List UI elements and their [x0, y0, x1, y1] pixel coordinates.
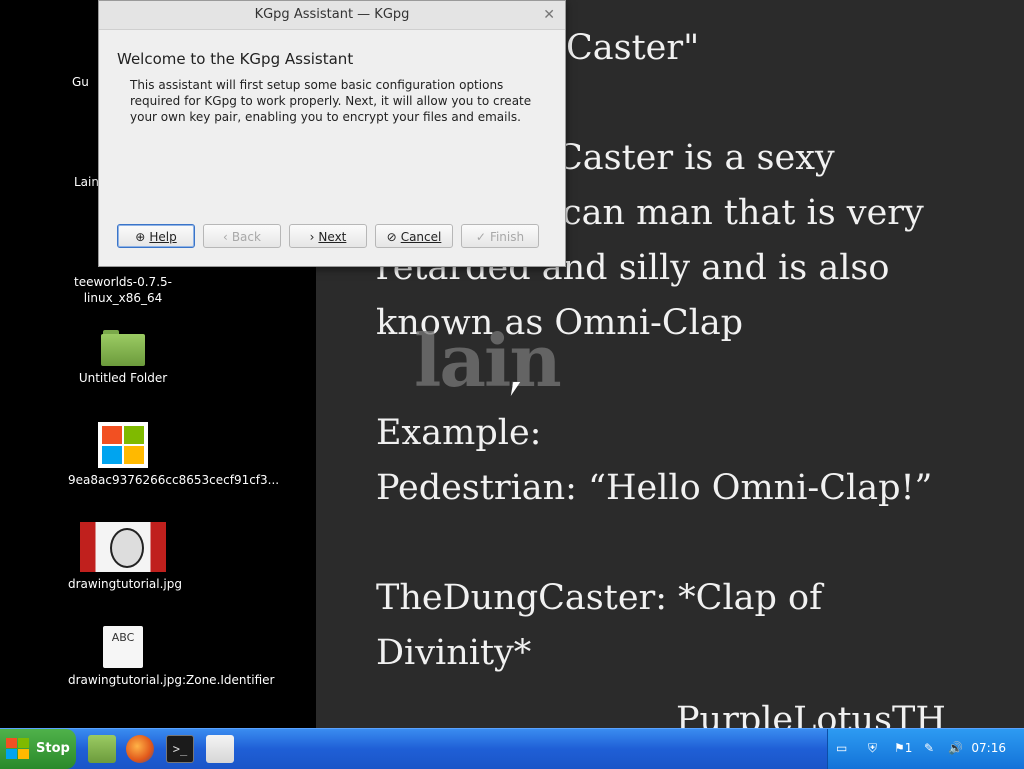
document-line: Caster is a sexy: [556, 138, 835, 178]
document-line: Pedestrian: “Hello Omni-Clap!”: [376, 468, 933, 508]
dialog-titlebar[interactable]: KGpg Assistant — KGpg ✕: [99, 1, 565, 30]
document-line: TheDungCaster: *Clap of: [376, 578, 823, 618]
file-manager-icon[interactable]: [88, 735, 116, 763]
desktop-icon-label: drawingtutorial.jpg:Zone.Identifier: [68, 673, 275, 687]
desktop-icon-drawingtutorial[interactable]: drawingtutorial.jpg: [68, 522, 182, 592]
finish-button[interactable]: ✓ Finish: [461, 224, 539, 248]
windows-logo-icon: [6, 738, 30, 760]
finish-button-label: Finish: [489, 230, 525, 244]
image-thumbnail-icon: [80, 522, 166, 572]
cancel-button-label: Cancel: [400, 230, 442, 244]
terminal-icon[interactable]: >_: [166, 735, 194, 763]
text-file-icon: ABC: [103, 626, 143, 668]
pen-icon[interactable]: ✎: [924, 741, 934, 755]
desktop-icon-label: teeworlds-0.7.5-linux_x86_64: [74, 275, 172, 305]
back-button-label: Back: [231, 230, 261, 244]
kgpg-window-task-icon[interactable]: [206, 735, 234, 763]
document-line: Caster": [566, 28, 700, 68]
folder-icon: [101, 330, 145, 366]
volume-icon[interactable]: 🔊: [948, 741, 963, 755]
checkmark-icon: ✓: [475, 230, 486, 244]
next-button[interactable]: › Next: [289, 224, 367, 248]
windows-logo-icon: [98, 422, 148, 468]
document-line: Example:: [376, 413, 542, 453]
document-line: Divinity*: [376, 633, 532, 673]
document-line: can man that is very: [562, 193, 924, 233]
kgpg-assistant-dialog: KGpg Assistant — KGpg ✕ Welcome to the K…: [98, 0, 566, 267]
desktop-icon-zone-identifier[interactable]: ABC drawingtutorial.jpg:Zone.Identifier: [68, 626, 275, 688]
chevron-left-icon: ‹: [223, 230, 228, 244]
desktop-icon-label: 9ea8ac9376266cc8653cecf91cf3...: [68, 473, 280, 487]
desktop-icon-untitled-folder[interactable]: Untitled Folder: [68, 330, 178, 386]
dialog-heading: Welcome to the KGpg Assistant: [117, 50, 354, 68]
cancel-button[interactable]: ⊘ Cancel: [375, 224, 453, 248]
desktop-icon-image-hash[interactable]: 9ea8ac9376266cc8653cecf91cf3...: [68, 422, 280, 488]
firefox-icon[interactable]: [126, 735, 154, 763]
updates-icon[interactable]: ⚑1: [894, 741, 912, 755]
desktop-icon-teeworlds[interactable]: teeworlds-0.7.5-linux_x86_64: [68, 274, 178, 306]
help-button-label: Help: [149, 230, 177, 244]
shield-icon[interactable]: ⛨: [868, 741, 877, 756]
next-button-label: Next: [318, 230, 347, 244]
desktop-icon-label: drawingtutorial.jpg: [68, 577, 182, 591]
help-button[interactable]: ⊕ Help: [117, 224, 195, 248]
system-tray: ▭ ⛨ ⚑1 ✎ 🔊 07:16: [827, 729, 1024, 769]
updates-count-badge: 1: [904, 741, 913, 755]
display-icon[interactable]: ▭: [836, 741, 847, 755]
document-line: PurpleLotusTH: [676, 700, 946, 728]
close-icon[interactable]: ✕: [543, 1, 555, 29]
dialog-body-text: This assistant will first setup some bas…: [130, 78, 532, 124]
cancel-icon: ⊘: [386, 230, 397, 244]
back-button[interactable]: ‹ Back: [203, 224, 281, 248]
start-button[interactable]: Stop: [0, 729, 76, 769]
start-button-label: Stop: [36, 741, 70, 756]
desktop-icon-label: Untitled Folder: [78, 371, 168, 385]
chevron-right-icon: ›: [309, 230, 315, 244]
clock[interactable]: 07:16: [971, 741, 1006, 755]
taskbar: Stop >_ ▭ ⛨ ⚑1 ✎ 🔊 07:16: [0, 728, 1024, 769]
dialog-title: KGpg Assistant — KGpg: [254, 7, 410, 22]
lain-watermark: lain: [414, 318, 562, 403]
help-icon: ⊕: [135, 230, 146, 244]
